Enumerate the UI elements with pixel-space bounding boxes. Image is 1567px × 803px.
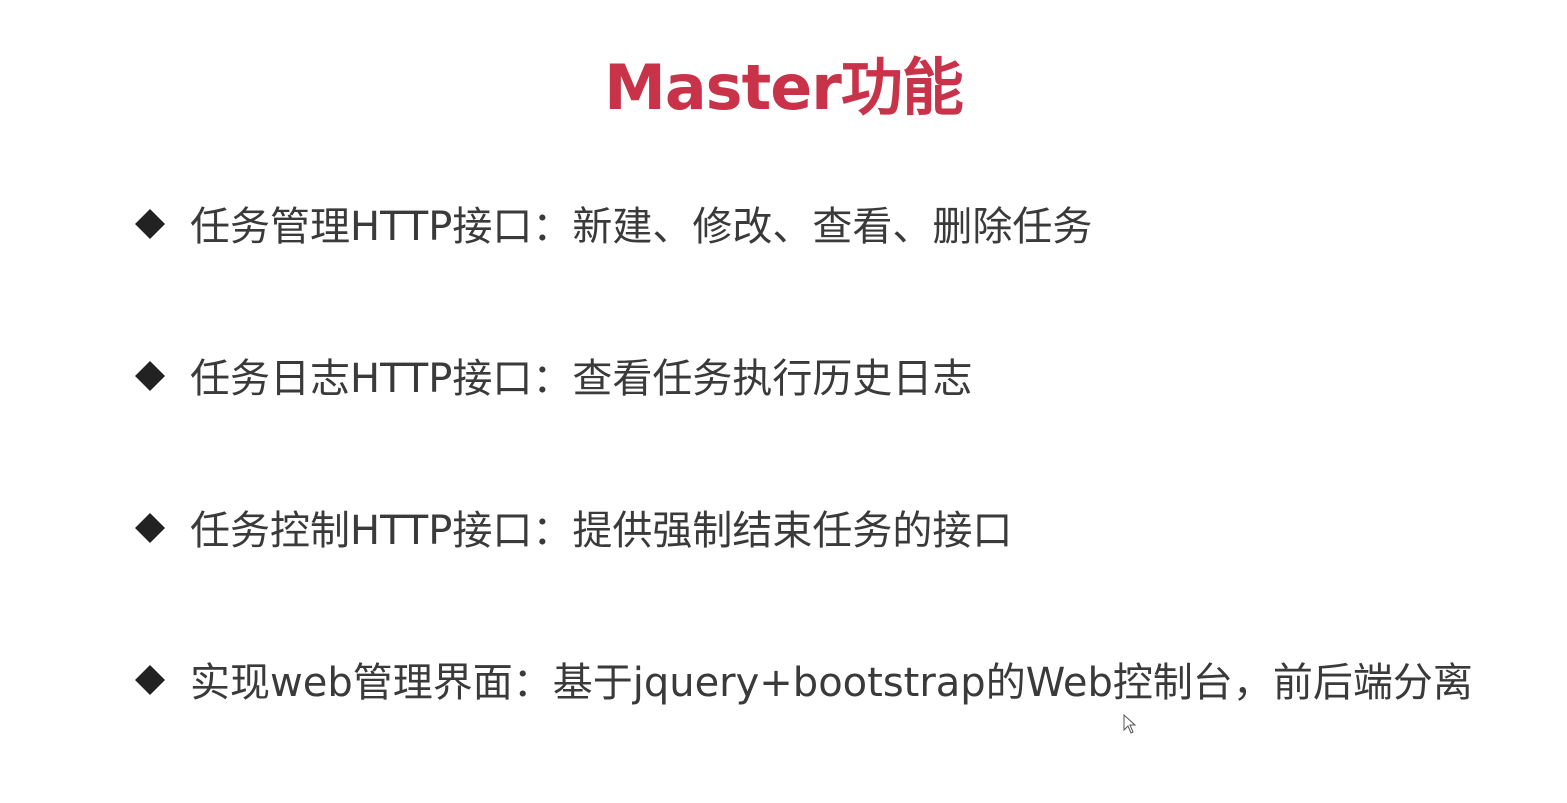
diamond-bullet-icon: [132, 358, 168, 394]
list-item: 任务日志HTTP接口：查看任务执行历史日志: [132, 352, 1532, 406]
list-item-text: 实现web管理界面：基于jquery+bootstrap的Web控制台，前后端分…: [190, 660, 1473, 706]
list-item-text: 任务管理HTTP接口：新建、修改、查看、删除任务: [190, 204, 1093, 250]
list-item-text: 任务日志HTTP接口：查看任务执行历史日志: [190, 356, 973, 402]
list-item: 实现web管理界面：基于jquery+bootstrap的Web控制台，前后端分…: [132, 656, 1532, 710]
diamond-bullet-icon: [132, 206, 168, 242]
list-item: 任务管理HTTP接口：新建、修改、查看、删除任务: [132, 200, 1532, 254]
list-item-text: 任务控制HTTP接口：提供强制结束任务的接口: [190, 508, 1013, 554]
diamond-bullet-icon: [132, 662, 168, 698]
mouse-pointer-icon: [1123, 713, 1137, 734]
feature-list: 任务管理HTTP接口：新建、修改、查看、删除任务 任务日志HTTP接口：查看任务…: [0, 0, 1567, 803]
list-item: 任务控制HTTP接口：提供强制结束任务的接口: [132, 504, 1532, 558]
diamond-bullet-icon: [132, 510, 168, 546]
